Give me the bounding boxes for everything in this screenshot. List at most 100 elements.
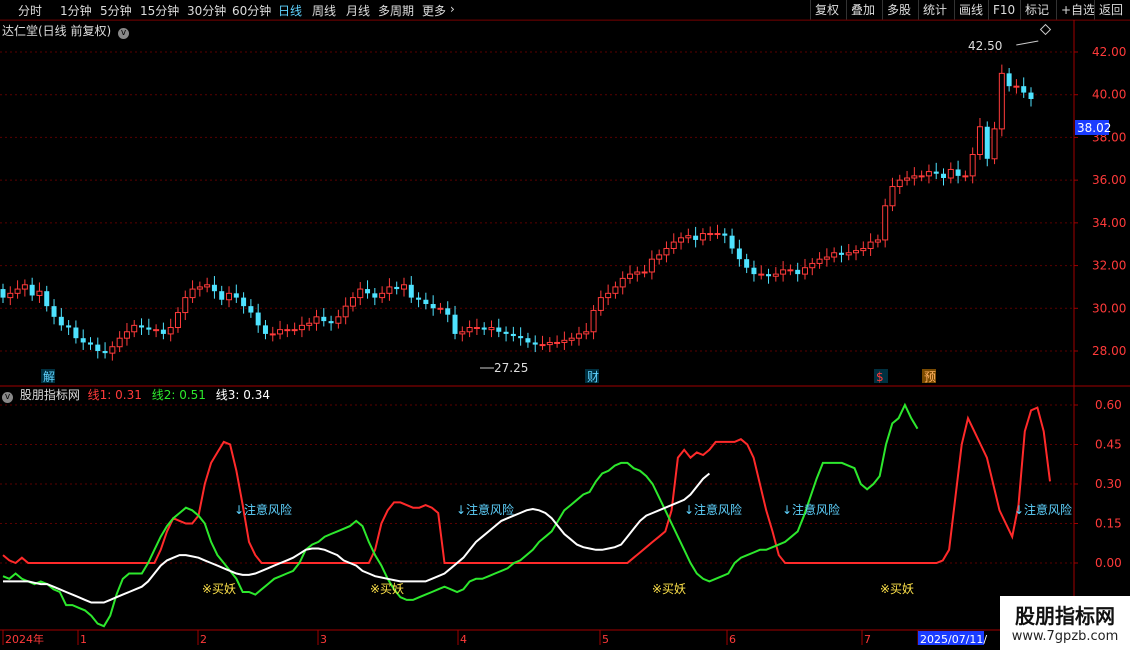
candle-body-up (342, 305, 349, 318)
indicator-tick-label: 0.45 (1095, 438, 1122, 452)
candle-body-down (262, 325, 268, 334)
indicator-tick-label: 0.00 (1095, 556, 1122, 570)
watermark: 股朋指标网 www.7gpzb.com (1000, 596, 1130, 650)
price-tick-label: 40.00 (1092, 88, 1126, 102)
candle-body-down (0, 289, 6, 298)
candle-body-up (174, 312, 181, 329)
candle-body-up (357, 288, 364, 299)
candle-body-up (277, 329, 284, 335)
time-tick-label: 2 (200, 633, 207, 646)
indicator-chevron-icon[interactable]: v (2, 392, 13, 403)
candle-body-down (751, 267, 757, 275)
risk-warning-label: ↓注意风险 (234, 502, 292, 517)
candle-body-up (707, 233, 714, 236)
candle-body-down (80, 338, 86, 343)
indicator-tick-label: 0.30 (1095, 477, 1122, 491)
candle-body-up (612, 286, 619, 294)
candle-body-down (445, 308, 451, 315)
candle-body-up (131, 324, 138, 333)
candle-body-down (66, 325, 72, 328)
candle-body-up (787, 269, 794, 272)
candle-body-up (714, 233, 721, 236)
candle-body-down (423, 299, 429, 305)
candle-body-up (947, 168, 954, 179)
price-tick-label: 28.00 (1092, 344, 1126, 358)
event-marker-label: 预 (924, 370, 936, 384)
candle-body-up (116, 337, 123, 348)
candle-body-up (196, 286, 203, 290)
candle-body-up (831, 252, 838, 258)
candle-body-up (685, 235, 692, 239)
candle-body-up (554, 341, 561, 344)
candle-body-down (328, 321, 334, 324)
low-price-label: 27.25 (494, 361, 528, 375)
candle-body-up (313, 316, 320, 324)
candle-body-down (248, 306, 254, 313)
candle-body-down (394, 286, 400, 290)
time-tick-label: 5 (602, 633, 609, 646)
candle-body-up (896, 179, 903, 188)
candle-body-up (437, 307, 444, 310)
candle-body-down (365, 289, 371, 294)
candle-body-down (372, 293, 378, 298)
time-tick-label: 6 (729, 633, 736, 646)
candle-body-down (321, 316, 327, 322)
candle-body-up (648, 258, 655, 273)
candle-body-up (7, 292, 14, 299)
candle-body-up (918, 175, 925, 178)
candle-body-down (955, 169, 961, 176)
candle-body-up (976, 126, 983, 156)
risk-warning-label: ↓注意风险 (1014, 502, 1072, 517)
title-chevron-icon[interactable]: v (118, 28, 130, 39)
price-tick-label: 30.00 (1092, 301, 1126, 315)
candle-body-down (58, 316, 64, 326)
candle-body-down (838, 252, 844, 255)
candle-body-up (991, 128, 998, 160)
candle-body-up (109, 346, 116, 354)
candle-body-up (306, 322, 313, 326)
candle-body-up (123, 331, 130, 339)
event-marker-label: 解 (43, 370, 55, 384)
candle-body-down (496, 327, 502, 332)
risk-warning-label: ↓注意风险 (684, 502, 742, 517)
candle-body-down (744, 259, 750, 268)
candle-body-up (874, 239, 881, 243)
candle-body-down (503, 331, 509, 334)
candle-body-up (590, 309, 597, 333)
candle-body-up (801, 267, 808, 275)
indicator-tick-label: 0.15 (1095, 517, 1122, 531)
candle-body-down (525, 338, 531, 343)
candle-body-up (335, 316, 342, 324)
candle-body-up (466, 327, 473, 333)
candle-body-down (729, 235, 735, 249)
candle-body-down (44, 291, 50, 307)
candle-body-down (160, 329, 166, 334)
time-tick-label: 4 (460, 633, 467, 646)
time-tick-label: 1 (80, 633, 87, 646)
candle-body-up (204, 284, 211, 288)
candle-body-down (722, 233, 728, 236)
risk-warning-label: ↓注意风险 (782, 502, 840, 517)
stock-chart[interactable]: 28.0030.0032.0034.0036.0038.0040.0042.00… (0, 0, 1130, 650)
price-tick-label: 36.00 (1092, 173, 1126, 187)
main-chart-title: 达仁堂(日线 前复权) v (2, 22, 130, 39)
line2-value: 线2: 0.51 (151, 388, 206, 402)
candle-body-up (699, 233, 706, 241)
indicator-line-3 (3, 472, 711, 604)
candle-body-up (809, 262, 816, 269)
candle-body-up (583, 331, 590, 335)
watermark-url: www.7gpzb.com (1011, 629, 1119, 644)
candle-body-down (233, 293, 239, 298)
candle-body-up (284, 329, 291, 332)
candle-body-up (670, 241, 677, 249)
candle-body-down (481, 327, 487, 330)
candle-body-up (182, 297, 189, 314)
candle-body-down (219, 291, 225, 300)
candle-body-up (189, 288, 196, 299)
candle-body-up (853, 250, 860, 254)
candle-body-down (933, 171, 939, 174)
candle-body-up (605, 292, 612, 299)
candle-body-up (911, 175, 918, 179)
candle-body-down (241, 297, 247, 307)
candle-body-up (597, 297, 604, 311)
